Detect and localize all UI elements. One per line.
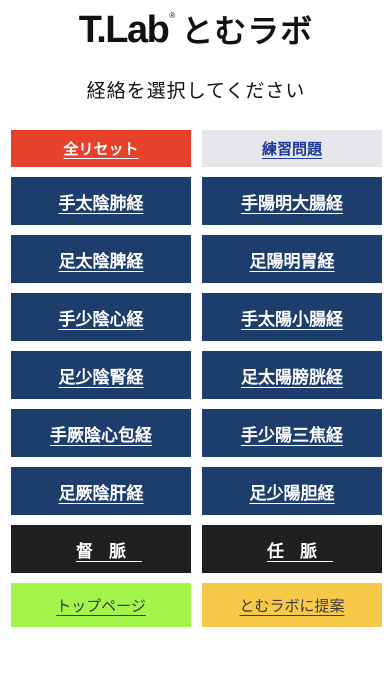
meridian-liver-button[interactable]: 足厥陰肝経 — [11, 467, 191, 515]
governing-vessel-button[interactable]: 督脈 — [11, 525, 191, 573]
meridian-lung-button[interactable]: 手太陰肺経 — [11, 177, 191, 225]
meridian-heart-button[interactable]: 手少陰心経 — [11, 293, 191, 341]
reset-all-button[interactable]: 全リセット — [11, 130, 191, 167]
app-logo: T.Lab® とむラボ — [0, 6, 392, 52]
registered-mark: ® — [169, 11, 176, 20]
meridian-bladder-button[interactable]: 足太陽膀胱経 — [202, 351, 382, 399]
meridian-pericardium-button[interactable]: 手厥陰心包経 — [11, 409, 191, 457]
instruction-heading: 経絡を選択してください — [86, 80, 306, 102]
meridian-large-intestine-button[interactable]: 手陽明大腸経 — [202, 177, 382, 225]
meridian-gallbladder-button[interactable]: 足少陽胆経 — [202, 467, 382, 515]
top-page-button[interactable]: トップページ — [11, 583, 191, 627]
button-grid: 全リセット 練習問題 手太陰肺経 手陽明大腸経 足太陰脾経 足陽明胃経 手少陰心… — [11, 130, 382, 627]
logo-text-ja: とむラボ — [181, 12, 314, 50]
conception-vessel-button[interactable]: 任脈 — [202, 525, 382, 573]
practice-questions-button[interactable]: 練習問題 — [202, 130, 382, 167]
meridian-triple-burner-button[interactable]: 手少陽三焦経 — [202, 409, 382, 457]
propose-button[interactable]: とむラボに提案 — [202, 583, 382, 627]
logo-text-en: T.Lab — [78, 9, 170, 51]
meridian-spleen-button[interactable]: 足太陰脾経 — [11, 235, 191, 283]
meridian-stomach-button[interactable]: 足陽明胃経 — [202, 235, 382, 283]
meridian-small-intestine-button[interactable]: 手太陽小腸経 — [202, 293, 382, 341]
meridian-kidney-button[interactable]: 足少陰腎経 — [11, 351, 191, 399]
